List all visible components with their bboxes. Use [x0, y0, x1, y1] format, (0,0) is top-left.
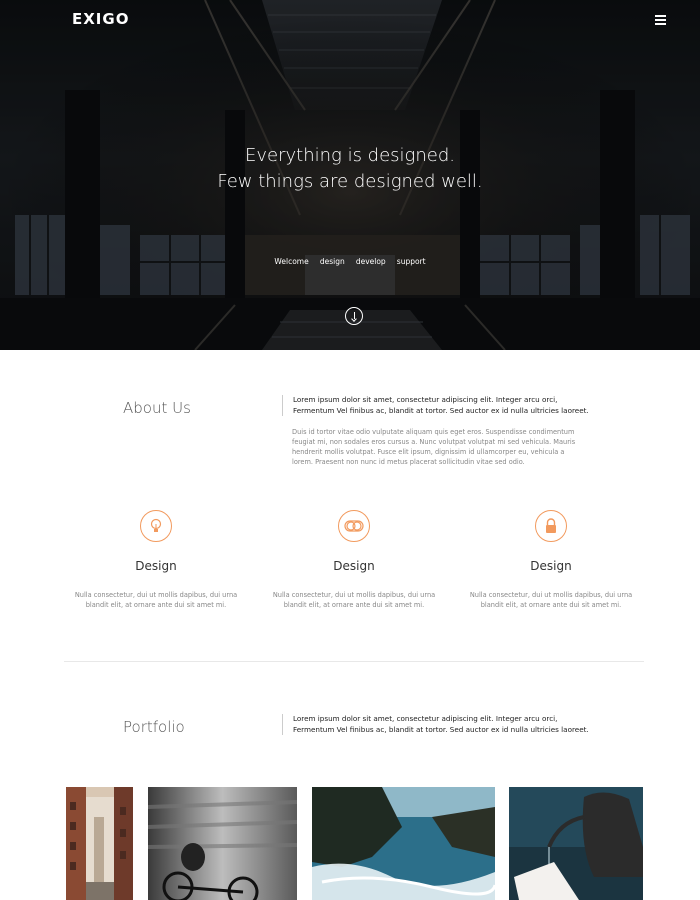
hero-section: EXIGO Everything is designed. Few things… [0, 0, 700, 350]
hero-nav-welcome[interactable]: Welcome [274, 257, 308, 266]
about-title: About Us [123, 399, 191, 417]
lock-icon [535, 510, 567, 542]
hero-title: Everything is designed. Few things are d… [0, 143, 700, 195]
feature-title: Design [135, 559, 177, 573]
lightbulb-icon [140, 510, 172, 542]
portfolio-image-cyclist [148, 787, 297, 900]
portfolio-image-coast [312, 787, 495, 900]
feature-title: Design [333, 559, 375, 573]
portfolio-item-cyclist[interactable] [148, 787, 297, 900]
hamburger-menu-icon[interactable] [655, 15, 666, 25]
portfolio-image-coffee [509, 787, 643, 900]
feature-card: Design Nulla consectetur, dui ut mollis … [269, 510, 439, 610]
hero-nav-support[interactable]: support [397, 257, 426, 266]
feature-card: Design Nulla consectetur, dui ut mollis … [71, 510, 241, 610]
about-divider-line [282, 395, 283, 416]
portfolio-item-coast[interactable] [312, 787, 495, 900]
portfolio-divider-line [282, 714, 283, 735]
feature-text: Nulla consectetur, dui ut mollis dapibus… [469, 591, 633, 609]
portfolio-title: Portfolio [123, 718, 185, 736]
hero-title-line-2: Few things are designed well. [217, 171, 483, 192]
hero-nav-develop[interactable]: develop [356, 257, 386, 266]
portfolio-lead-text: Lorem ipsum dolor sit amet, consectetur … [293, 714, 589, 734]
portfolio-item-coffee[interactable] [509, 787, 643, 900]
hero-nav: Welcome design develop support [0, 249, 700, 268]
about-body-text: Duis id tortor vitae odio vulputate aliq… [292, 428, 576, 466]
about-lead-text: Lorem ipsum dolor sit amet, consectetur … [293, 395, 589, 415]
portfolio-image-street [66, 787, 133, 900]
feature-text: Nulla consectetur, dui ut mollis dapibus… [74, 591, 238, 609]
brand-logo[interactable]: EXIGO [72, 10, 129, 28]
toggle-icon [338, 510, 370, 542]
hero-nav-design[interactable]: design [320, 257, 345, 266]
feature-text: Nulla consectetur, dui ut mollis dapibus… [272, 591, 436, 609]
scroll-down-icon[interactable] [345, 307, 363, 325]
feature-title: Design [530, 559, 572, 573]
hero-title-line-1: Everything is designed. [245, 145, 455, 166]
section-divider [64, 661, 644, 662]
feature-card: Design Nulla consectetur, dui ut mollis … [466, 510, 636, 610]
portfolio-item-street[interactable] [66, 787, 133, 900]
